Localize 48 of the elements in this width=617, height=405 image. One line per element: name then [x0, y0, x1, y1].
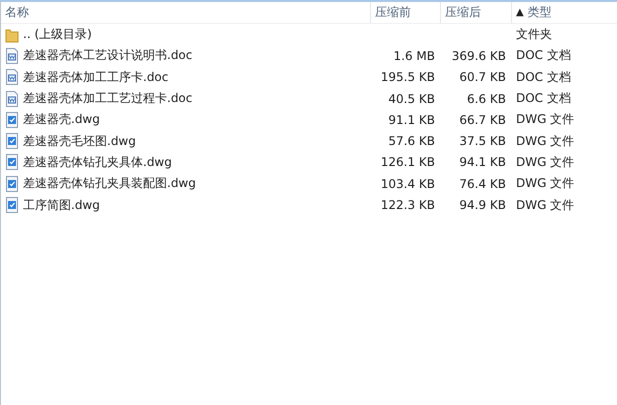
drawing-file-icon	[5, 197, 19, 214]
original-size: 1.6 MB	[394, 48, 435, 63]
file-type: DWG 文件	[516, 175, 574, 192]
original-size: 103.4 KB	[380, 176, 435, 191]
sort-indicator: ▲	[516, 7, 524, 18]
compressed-size: 76.4 KB	[459, 176, 506, 191]
column-header[interactable]: 压缩前	[371, 2, 441, 24]
file-name[interactable]: 差速器壳体加工工艺过程卡.doc	[23, 90, 192, 108]
folder-icon	[5, 26, 19, 43]
file-name[interactable]: 差速器壳体钻孔夹具体.dwg	[23, 154, 172, 171]
original-size: 126.1 KB	[380, 155, 435, 170]
column-header[interactable]: 名称	[1, 2, 371, 24]
file-name[interactable]: 差速器壳毛坯图.dwg	[23, 132, 136, 150]
document-icon	[5, 90, 19, 107]
compressed-size: 369.6 KB	[452, 48, 506, 63]
file-name[interactable]: .. (上级目录)	[23, 26, 92, 44]
file-name[interactable]: 差速器壳体加工工序卡.doc	[23, 68, 168, 86]
compressed-size: 66.7 KB	[459, 112, 506, 127]
file-name[interactable]: 差速器壳体工艺设计说明书.doc	[23, 47, 192, 64]
original-size: 122.3 KB	[380, 198, 435, 212]
compressed-size: 6.6 KB	[467, 92, 506, 106]
drawing-file-icon	[5, 176, 19, 192]
file-name[interactable]: 差速器壳.dwg	[23, 111, 100, 128]
file-name[interactable]: 差速器壳体钻孔夹具装配图.dwg	[23, 175, 196, 192]
file-type: DOC 文档	[516, 68, 571, 86]
drawing-file-icon	[5, 133, 19, 150]
file-type: DOC 文档	[516, 47, 571, 64]
compressed-size: 37.5 KB	[459, 134, 506, 148]
compressed-size: 94.1 KB	[459, 155, 506, 170]
original-size: 57.6 KB	[388, 134, 435, 148]
file-type: DWG 文件	[516, 132, 574, 150]
file-type: 文件夹	[516, 26, 552, 44]
original-size: 195.5 KB	[380, 70, 435, 84]
drawing-file-icon	[5, 112, 19, 128]
original-size: 40.5 KB	[388, 92, 435, 106]
file-name[interactable]: 工序简图.dwg	[23, 196, 100, 214]
file-type: DWG 文件	[516, 154, 574, 171]
file-type: DWG 文件	[516, 111, 574, 128]
file-type: DWG 文件	[516, 196, 574, 214]
compressed-size: 60.7 KB	[459, 70, 506, 84]
original-size: 91.1 KB	[388, 112, 435, 127]
document-icon	[5, 69, 19, 86]
compressed-size: 94.9 KB	[459, 198, 506, 212]
column-header[interactable]: 压缩后	[441, 2, 512, 24]
file-type: DOC 文档	[516, 90, 571, 108]
column-header[interactable]: ▲ 类型	[512, 2, 617, 24]
drawing-file-icon	[5, 154, 19, 170]
document-icon	[5, 48, 19, 64]
